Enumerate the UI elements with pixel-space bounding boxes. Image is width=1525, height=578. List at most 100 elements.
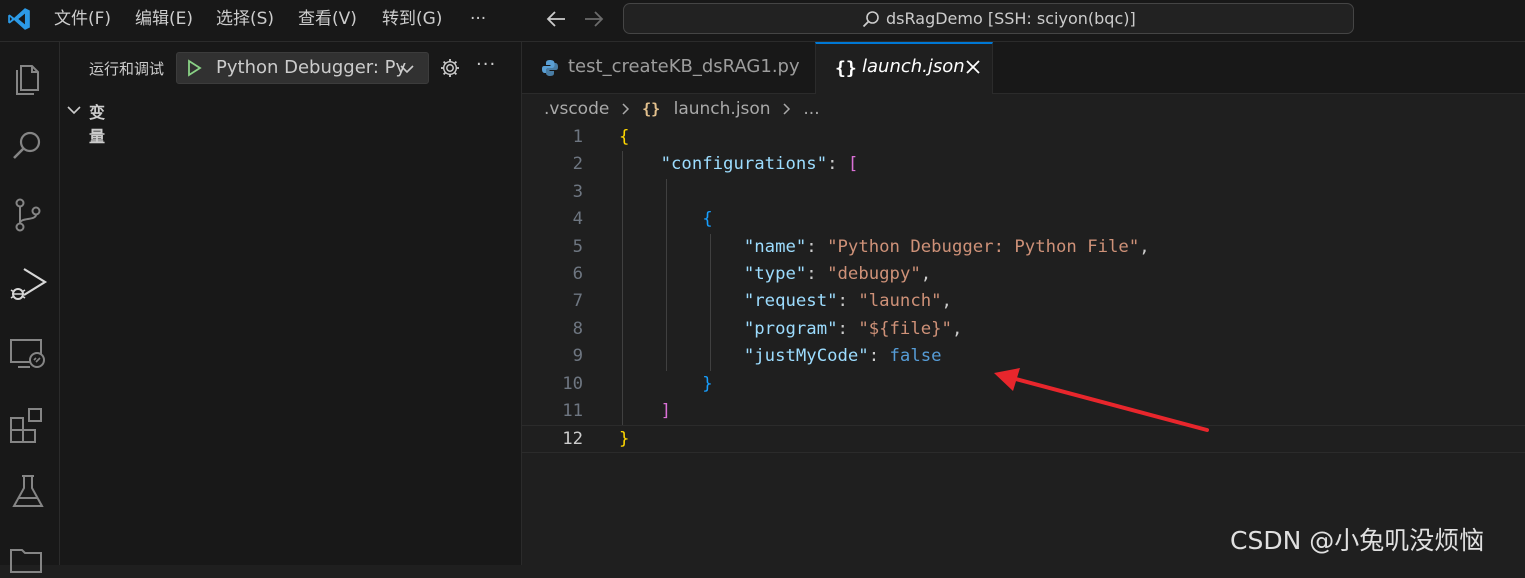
debug-configuration-select[interactable]: Python Debugger: Py (176, 52, 429, 84)
folder-icon[interactable] (8, 538, 48, 578)
code-token: : (837, 291, 859, 312)
remote-explorer-icon[interactable] (8, 334, 48, 374)
line-content: ] (619, 398, 671, 425)
vscode-logo-icon (6, 6, 32, 32)
code-token: [ (847, 154, 859, 175)
code-line[interactable]: 8 "program": "${file}", (522, 316, 1525, 343)
tab-label: test_createKB_dsRAG1.py (568, 56, 800, 77)
line-content: "justMyCode": false (619, 343, 942, 370)
menu-edit[interactable]: 编辑(E) (135, 0, 193, 38)
code-token: "debugpy" (827, 264, 921, 284)
code-line[interactable]: 4 { (522, 206, 1525, 233)
code-token: "name" (743, 236, 807, 257)
json-braces-icon: {} (835, 58, 857, 79)
activity-bar (0, 42, 60, 573)
code-token: : (806, 264, 828, 284)
code-line[interactable]: 7 "request": "launch", (522, 288, 1525, 315)
code-line[interactable]: 3 (522, 179, 1525, 206)
breadcrumb-file[interactable]: launch.json (674, 99, 771, 119)
source-control-icon[interactable] (8, 195, 48, 235)
chevron-right-icon (619, 102, 633, 116)
code-token: ] (660, 401, 672, 421)
code-token: "justMyCode" (743, 346, 869, 367)
breadcrumb-more[interactable]: ... (803, 99, 819, 119)
tab-test-createkb[interactable]: test_createKB_dsRAG1.py (522, 42, 815, 94)
forward-arrow-icon[interactable] (583, 9, 605, 29)
json-braces-icon: {} (642, 100, 661, 118)
chevron-right-icon (780, 102, 794, 116)
gear-icon[interactable] (439, 57, 461, 79)
code-token: "launch" (858, 291, 942, 312)
code-token: : (806, 236, 828, 257)
tab-bar: test_createKB_dsRAG1.py {} launch.json (522, 42, 1525, 94)
line-number: 5 (572, 236, 583, 257)
menu-go[interactable]: 转到(G) (382, 0, 442, 38)
menu-view[interactable]: 查看(V) (298, 0, 357, 38)
tab-launch-json[interactable]: {} launch.json (815, 42, 993, 94)
code-token: } (702, 373, 713, 394)
red-annotation-arrow-icon (994, 368, 1209, 432)
code-line[interactable]: 1{ (522, 124, 1525, 151)
code-token: "Python Debugger: Python File" (827, 236, 1140, 257)
command-center-label: dsRagDemo [SSH: sciyon(bqc)] (886, 9, 1136, 28)
line-content: } (619, 426, 629, 453)
line-number: 11 (562, 401, 583, 421)
menu-file[interactable]: 文件(F) (54, 0, 111, 38)
code-token: , (951, 318, 963, 339)
back-arrow-icon[interactable] (545, 9, 567, 29)
line-number: 6 (572, 264, 583, 284)
code-token: "configurations" (660, 154, 828, 175)
code-token: { (702, 209, 713, 230)
code-token: , (1139, 236, 1150, 257)
start-debugging-icon[interactable] (185, 59, 203, 77)
code-token: : (868, 346, 890, 367)
line-content: { (619, 124, 629, 151)
run-and-debug-icon[interactable] (8, 264, 48, 304)
command-center[interactable]: dsRagDemo [SSH: sciyon(bqc)] (623, 3, 1354, 34)
breadcrumb-folder[interactable]: .vscode (544, 99, 609, 119)
more-actions-button[interactable]: ··· (476, 54, 496, 75)
chevron-down-icon (399, 61, 415, 77)
code-token: } (619, 429, 630, 450)
variables-section-label: 变量 (89, 103, 106, 146)
line-number: 10 (562, 373, 583, 394)
chevron-down-icon (66, 102, 82, 118)
line-content: "request": "launch", (619, 288, 952, 315)
line-number: 9 (572, 346, 583, 367)
code-token: , (920, 264, 932, 284)
breadcrumb: .vscode {} launch.json ... (544, 99, 820, 119)
code-token: "program" (743, 318, 838, 339)
menu-more[interactable]: ··· (470, 0, 486, 38)
search-icon (862, 10, 880, 28)
code-token: , (941, 291, 952, 312)
code-token: : (827, 154, 848, 175)
line-content: "type": "debugpy", (619, 261, 931, 288)
line-content: { (619, 206, 713, 233)
search-view-icon[interactable] (8, 126, 48, 166)
extensions-icon[interactable] (8, 404, 48, 444)
close-icon[interactable] (964, 58, 982, 76)
line-number: 12 (562, 429, 583, 450)
line-content: } (619, 371, 713, 398)
run-and-debug-sidebar: 运行和调试 Python Debugger: Py ··· 变量 (60, 42, 522, 565)
line-number: 8 (572, 318, 583, 339)
code-line[interactable]: 5 "name": "Python Debugger: Python File"… (522, 234, 1525, 261)
testing-flask-icon[interactable] (8, 472, 48, 512)
code-line[interactable]: 2 "configurations": [ (522, 151, 1525, 178)
title-bar: 文件(F) 编辑(E) 选择(S) 查看(V) 转到(G) ··· dsRagD… (0, 0, 1525, 42)
menu-selection[interactable]: 选择(S) (216, 0, 274, 38)
line-content: "configurations": [ (619, 151, 859, 178)
line-content: "name": "Python Debugger: Python File", (619, 234, 1150, 261)
code-token: "${file}" (858, 318, 952, 339)
line-content: "program": "${file}", (619, 316, 963, 343)
explorer-icon[interactable] (8, 56, 48, 96)
code-token: false (889, 346, 942, 367)
code-line[interactable]: 6 "type": "debugpy", (522, 261, 1525, 288)
sidebar-title: 运行和调试 (89, 60, 165, 78)
code-token: "request" (743, 291, 838, 312)
